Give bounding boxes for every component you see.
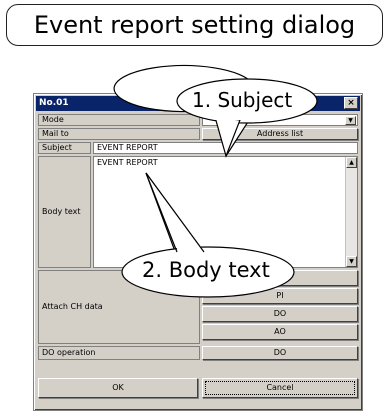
- subject-input[interactable]: EVENT REPORT: [93, 142, 358, 154]
- chevron-down-icon[interactable]: ▼: [345, 116, 356, 125]
- mode-label-cell: Mode: [38, 114, 200, 126]
- page-title: Event report setting dialog: [6, 4, 383, 46]
- scroll-up-arrow-icon[interactable]: ▲: [346, 157, 357, 168]
- close-icon: ×: [347, 98, 355, 108]
- ok-button[interactable]: OK: [38, 378, 198, 398]
- event-report-dialog: No.01 × Mode ▼ Mail to Address list Subj…: [33, 93, 363, 411]
- do-operation-button[interactable]: DO: [202, 346, 358, 360]
- mail-to-label: Mail to: [42, 129, 69, 138]
- body-scrollbar[interactable]: ▲ ▼: [345, 157, 357, 267]
- attach-label: Attach CH data: [42, 302, 103, 311]
- body-textarea[interactable]: EVENT REPORT ▲ ▼: [93, 156, 358, 268]
- subject-label: Subject: [42, 143, 72, 152]
- body-value: EVENT REPORT: [97, 158, 158, 167]
- subject-callout-text: 1. Subject: [192, 88, 293, 112]
- subject-label-cell: Subject: [38, 142, 91, 154]
- mode-select[interactable]: ▼: [202, 114, 358, 126]
- address-list-button[interactable]: Address list: [202, 128, 358, 140]
- cancel-button[interactable]: Cancel: [202, 378, 358, 398]
- body-label: Body text: [42, 207, 81, 216]
- do-operation-label: DO operation: [42, 348, 96, 357]
- attach-ao-button[interactable]: AO: [202, 324, 358, 340]
- body-callout-text: 2. Body text: [142, 258, 270, 282]
- mail-to-label-cell: Mail to: [38, 128, 200, 140]
- close-button[interactable]: ×: [344, 97, 358, 109]
- scroll-down-arrow-icon[interactable]: ▼: [346, 256, 357, 267]
- attach-do-button[interactable]: DO: [202, 306, 358, 322]
- body-label-cell: Body text: [38, 156, 91, 268]
- do-operation-label-cell: DO operation: [38, 346, 200, 360]
- dialog-title: No.01: [39, 98, 69, 108]
- attach-pi-button[interactable]: PI: [202, 288, 358, 304]
- mode-label: Mode: [42, 115, 64, 124]
- subject-value: EVENT REPORT: [97, 143, 158, 152]
